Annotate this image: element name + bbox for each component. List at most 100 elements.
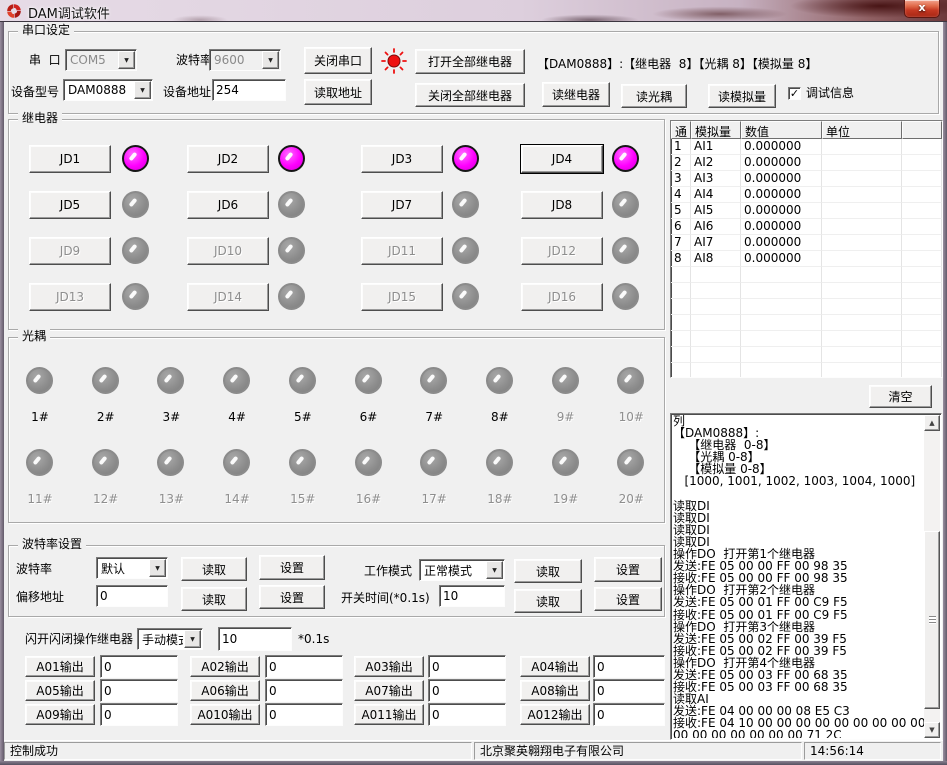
table-header-cell[interactable] — [902, 121, 942, 139]
relay-button-jd15: JD15 — [361, 283, 443, 311]
set-offset-button[interactable]: 设置 — [259, 585, 325, 609]
output-button-ao6[interactable]: A06输出 — [190, 680, 260, 701]
table-row[interactable] — [671, 331, 942, 347]
output-value-input-ao12[interactable] — [593, 703, 665, 726]
table-cell — [691, 283, 741, 299]
output-value-input-ao3[interactable] — [428, 655, 506, 678]
table-cell — [822, 363, 902, 378]
read-offset-button[interactable]: 读取 — [181, 587, 247, 611]
table-row[interactable]: 6AI60.000000 — [671, 219, 942, 235]
relay-button-jd5[interactable]: JD5 — [29, 191, 111, 219]
table-header-cell[interactable]: 模拟量 — [691, 121, 741, 139]
table-header-cell[interactable]: 单位 — [822, 121, 902, 139]
opto-label-4: 4# — [214, 410, 260, 424]
table-row[interactable]: 5AI50.000000 — [671, 203, 942, 219]
read-opto-button[interactable]: 读光耦 — [621, 84, 687, 108]
work-mode-select[interactable]: 正常模式 ▼ — [419, 559, 505, 581]
table-row[interactable] — [671, 299, 942, 315]
read-address-button[interactable]: 读取地址 — [304, 79, 372, 105]
table-row[interactable]: 7AI70.000000 — [671, 235, 942, 251]
table-header-cell[interactable]: 数值 — [741, 121, 822, 139]
device-address-input[interactable] — [212, 79, 286, 101]
company-name: 北京聚英翱翔电子有限公司 — [474, 742, 802, 760]
switch-time-input[interactable] — [439, 585, 505, 607]
table-row[interactable] — [671, 267, 942, 283]
read-work-mode-button[interactable]: 读取 — [514, 559, 582, 583]
table-cell: 0.000000 — [741, 219, 822, 235]
scrollbar-thumb[interactable] — [924, 531, 940, 709]
output-button-ao8[interactable]: A08输出 — [520, 680, 590, 701]
table-header-cell[interactable]: 通 — [671, 121, 691, 139]
read-baudrate-button[interactable]: 读取 — [181, 557, 247, 581]
table-cell — [741, 315, 822, 331]
output-button-ao10[interactable]: A010输出 — [190, 704, 260, 725]
relay-button-jd1[interactable]: JD1 — [29, 145, 111, 173]
output-button-ao2[interactable]: A02输出 — [190, 656, 260, 677]
output-value-input-ao7[interactable] — [428, 679, 506, 702]
baudrate-select[interactable]: 默认 ▼ — [96, 557, 168, 579]
opto-label-7: 7# — [411, 410, 457, 424]
scroll-down-icon[interactable]: ▼ — [924, 722, 940, 738]
output-value-input-ao10[interactable] — [265, 703, 343, 726]
scroll-up-icon[interactable]: ▲ — [924, 415, 940, 431]
log-scrollbar[interactable]: ▲ ▼ — [924, 415, 940, 738]
output-button-ao7[interactable]: A07输出 — [354, 680, 424, 701]
serial-settings-group: 串口设定 串 口 COM5 ▼ 波特率 9600 ▼ 关闭串口 打开全部继电器 … — [8, 31, 939, 114]
relay-button-jd2[interactable]: JD2 — [187, 145, 269, 173]
analog-values-table[interactable]: 通模拟量数值单位1AI10.0000002AI20.0000003AI30.00… — [670, 120, 943, 378]
read-analog-button[interactable]: 读模拟量 — [708, 84, 776, 108]
relay-button-jd8[interactable]: JD8 — [521, 191, 603, 219]
close-button[interactable]: x — [904, 0, 940, 18]
table-row[interactable]: 2AI20.000000 — [671, 155, 942, 171]
output-value-input-ao6[interactable] — [265, 679, 343, 702]
relay-button-jd3[interactable]: JD3 — [361, 145, 443, 173]
clear-log-button[interactable]: 清空 — [869, 385, 932, 408]
table-row[interactable]: 3AI30.000000 — [671, 171, 942, 187]
table-row[interactable] — [671, 363, 942, 378]
table-cell: 0.000000 — [741, 251, 822, 267]
close-all-relays-button[interactable]: 关闭全部继电器 — [415, 83, 525, 107]
relay-button-jd6[interactable]: JD6 — [187, 191, 269, 219]
relay-button-jd4[interactable]: JD4 — [521, 145, 603, 173]
debug-info-checkbox[interactable]: ✓ — [788, 87, 801, 100]
output-value-input-ao2[interactable] — [265, 655, 343, 678]
output-value-input-ao9[interactable] — [100, 703, 178, 726]
output-button-ao9[interactable]: A09输出 — [25, 704, 95, 725]
offset-address-input[interactable] — [96, 585, 168, 607]
table-row[interactable] — [671, 315, 942, 331]
output-button-ao1[interactable]: A01输出 — [25, 656, 95, 677]
titlebar: DAM调试软件 x — [0, 0, 947, 22]
set-work-mode-button[interactable]: 设置 — [594, 557, 662, 582]
table-row[interactable]: 8AI80.000000 — [671, 251, 942, 267]
set-switch-time-button[interactable]: 设置 — [594, 587, 662, 611]
set-baudrate-button[interactable]: 设置 — [259, 555, 325, 580]
debug-log-box[interactable]: 列【DAM0888】: 【继电器 0-8】 【光耦 0-8】 【模拟量 0-8】… — [670, 413, 942, 740]
chevron-down-icon: ▼ — [262, 51, 279, 69]
table-cell — [902, 315, 942, 331]
output-button-ao5[interactable]: A05输出 — [25, 680, 95, 701]
table-cell — [902, 155, 942, 171]
log-line: 读取DI — [673, 524, 924, 536]
flash-time-input[interactable] — [218, 627, 292, 651]
table-row[interactable]: 4AI40.000000 — [671, 187, 942, 203]
table-row[interactable] — [671, 347, 942, 363]
flash-mode-select[interactable]: 手动模式 ▼ — [137, 628, 203, 650]
output-value-input-ao5[interactable] — [100, 679, 178, 702]
relay-button-jd7[interactable]: JD7 — [361, 191, 443, 219]
read-switch-time-button[interactable]: 读取 — [514, 589, 582, 613]
read-relays-button[interactable]: 读继电器 — [542, 82, 610, 107]
open-all-relays-button[interactable]: 打开全部继电器 — [415, 49, 525, 74]
table-cell: 0.000000 — [741, 139, 822, 155]
device-model-select[interactable]: DAM0888 ▼ — [63, 79, 153, 101]
output-value-input-ao4[interactable] — [593, 655, 665, 678]
table-row[interactable]: 1AI10.000000 — [671, 139, 942, 155]
output-button-ao11[interactable]: A011输出 — [354, 704, 424, 725]
output-button-ao4[interactable]: A04输出 — [520, 656, 590, 677]
output-button-ao3[interactable]: A03输出 — [354, 656, 424, 677]
output-value-input-ao1[interactable] — [100, 655, 178, 678]
table-row[interactable] — [671, 283, 942, 299]
output-value-input-ao8[interactable] — [593, 679, 665, 702]
output-value-input-ao11[interactable] — [428, 703, 506, 726]
close-port-button[interactable]: 关闭串口 — [304, 47, 372, 74]
output-button-ao12[interactable]: A012输出 — [520, 704, 590, 725]
